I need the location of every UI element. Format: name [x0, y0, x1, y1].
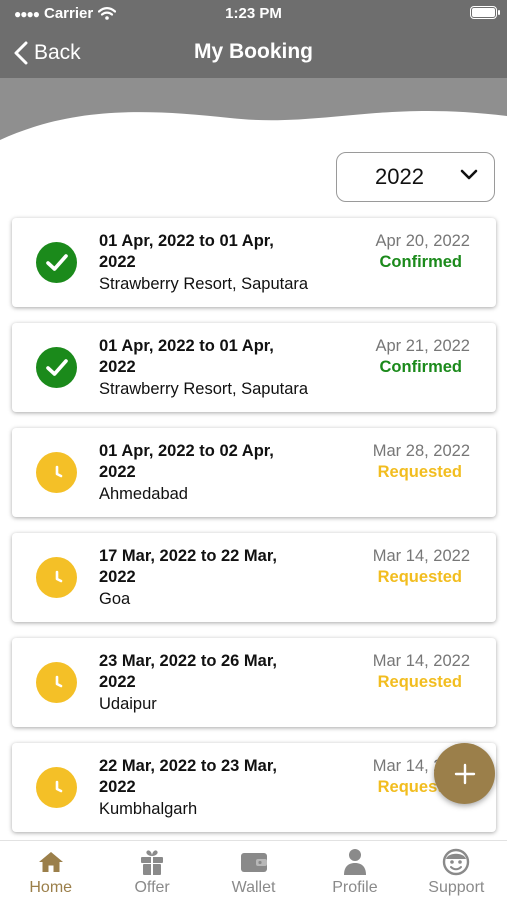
clock-icon	[36, 452, 77, 493]
booking-place: Goa	[99, 590, 131, 608]
wallet-icon	[240, 847, 268, 877]
tab-support[interactable]: Support	[406, 841, 507, 900]
booking-card[interactable]: 17 Mar, 2022 to 22 Mar, 2022 Goa Mar 14,…	[12, 533, 496, 622]
status-badge: Confirmed	[379, 253, 463, 271]
tab-label: Wallet	[231, 879, 276, 896]
booking-dates: 01 Apr, 2022 to 02 Apr, 2022	[99, 442, 274, 481]
booking-dates: 01 Apr, 2022 to 01 Apr, 2022	[99, 337, 274, 376]
clock-icon	[36, 662, 77, 703]
request-date: Mar 14, 2022	[372, 652, 470, 670]
clock: 1:23 PM	[225, 5, 282, 22]
person-icon	[343, 847, 367, 877]
booking-dates: 01 Apr, 2022 to 01 Apr, 2022	[99, 232, 274, 271]
year-value: 2022	[375, 164, 424, 189]
page-title: My Booking	[194, 40, 313, 63]
home-icon	[38, 847, 64, 877]
booking-dates: 23 Mar, 2022 to 26 Mar, 2022	[99, 652, 277, 691]
support-icon	[441, 847, 471, 877]
booking-card[interactable]: 01 Apr, 2022 to 02 Apr, 2022 Ahmedabad M…	[12, 428, 496, 517]
tab-bar: Home Offer Wallet Profile Support	[0, 840, 507, 900]
check-circle-icon	[36, 347, 77, 388]
battery-icon	[470, 6, 500, 19]
tab-label: Support	[428, 879, 485, 896]
booking-place: Ahmedabad	[99, 485, 188, 503]
request-date: Apr 20, 2022	[375, 232, 471, 250]
booking-place: Kumbhalgarh	[99, 800, 198, 818]
tab-label: Home	[29, 879, 73, 896]
check-circle-icon	[36, 242, 77, 283]
booking-dates: 22 Mar, 2022 to 23 Mar, 2022	[99, 757, 277, 796]
booking-list: 01 Apr, 2022 to 01 Apr, 2022 Strawberry …	[12, 218, 496, 848]
status-bar: ●●●● Carrier 1:23 PM	[0, 0, 507, 26]
header-wave	[0, 110, 507, 150]
request-date: Apr 21, 2022	[375, 337, 471, 355]
tab-wallet[interactable]: Wallet	[203, 841, 304, 900]
booking-card[interactable]: 22 Mar, 2022 to 23 Mar, 2022 Kumbhalgarh…	[12, 743, 496, 832]
header: ●●●● Carrier 1:23 PM Back My Booking	[0, 0, 507, 150]
status-badge: Requested	[377, 463, 462, 481]
tab-label: Offer	[134, 879, 170, 896]
booking-card[interactable]: 23 Mar, 2022 to 26 Mar, 2022 Udaipur Mar…	[12, 638, 496, 727]
booking-card[interactable]: 01 Apr, 2022 to 01 Apr, 2022 Strawberry …	[12, 323, 496, 412]
clock-icon	[36, 557, 77, 598]
status-badge: Requested	[377, 673, 462, 691]
tab-profile[interactable]: Profile	[304, 841, 405, 900]
status-badge: Confirmed	[379, 358, 463, 376]
tab-home[interactable]: Home	[0, 841, 101, 900]
tab-offer[interactable]: Offer	[101, 841, 202, 900]
plus-icon	[454, 763, 475, 784]
booking-place: Strawberry Resort, Saputara	[99, 380, 309, 398]
clock-icon	[36, 767, 77, 808]
year-dropdown[interactable]: 2022	[336, 152, 495, 202]
booking-place: Udaipur	[99, 695, 157, 713]
tab-label: Profile	[332, 879, 378, 896]
request-date: Mar 28, 2022	[372, 442, 470, 460]
booking-dates: 17 Mar, 2022 to 22 Mar, 2022	[99, 547, 277, 586]
gift-icon	[139, 847, 165, 877]
add-booking-button[interactable]	[434, 743, 495, 804]
chevron-down-icon	[460, 169, 478, 180]
booking-card[interactable]: 01 Apr, 2022 to 01 Apr, 2022 Strawberry …	[12, 218, 496, 307]
booking-place: Strawberry Resort, Saputara	[99, 275, 309, 293]
request-date: Mar 14, 2022	[372, 547, 470, 565]
status-badge: Requested	[377, 568, 462, 586]
